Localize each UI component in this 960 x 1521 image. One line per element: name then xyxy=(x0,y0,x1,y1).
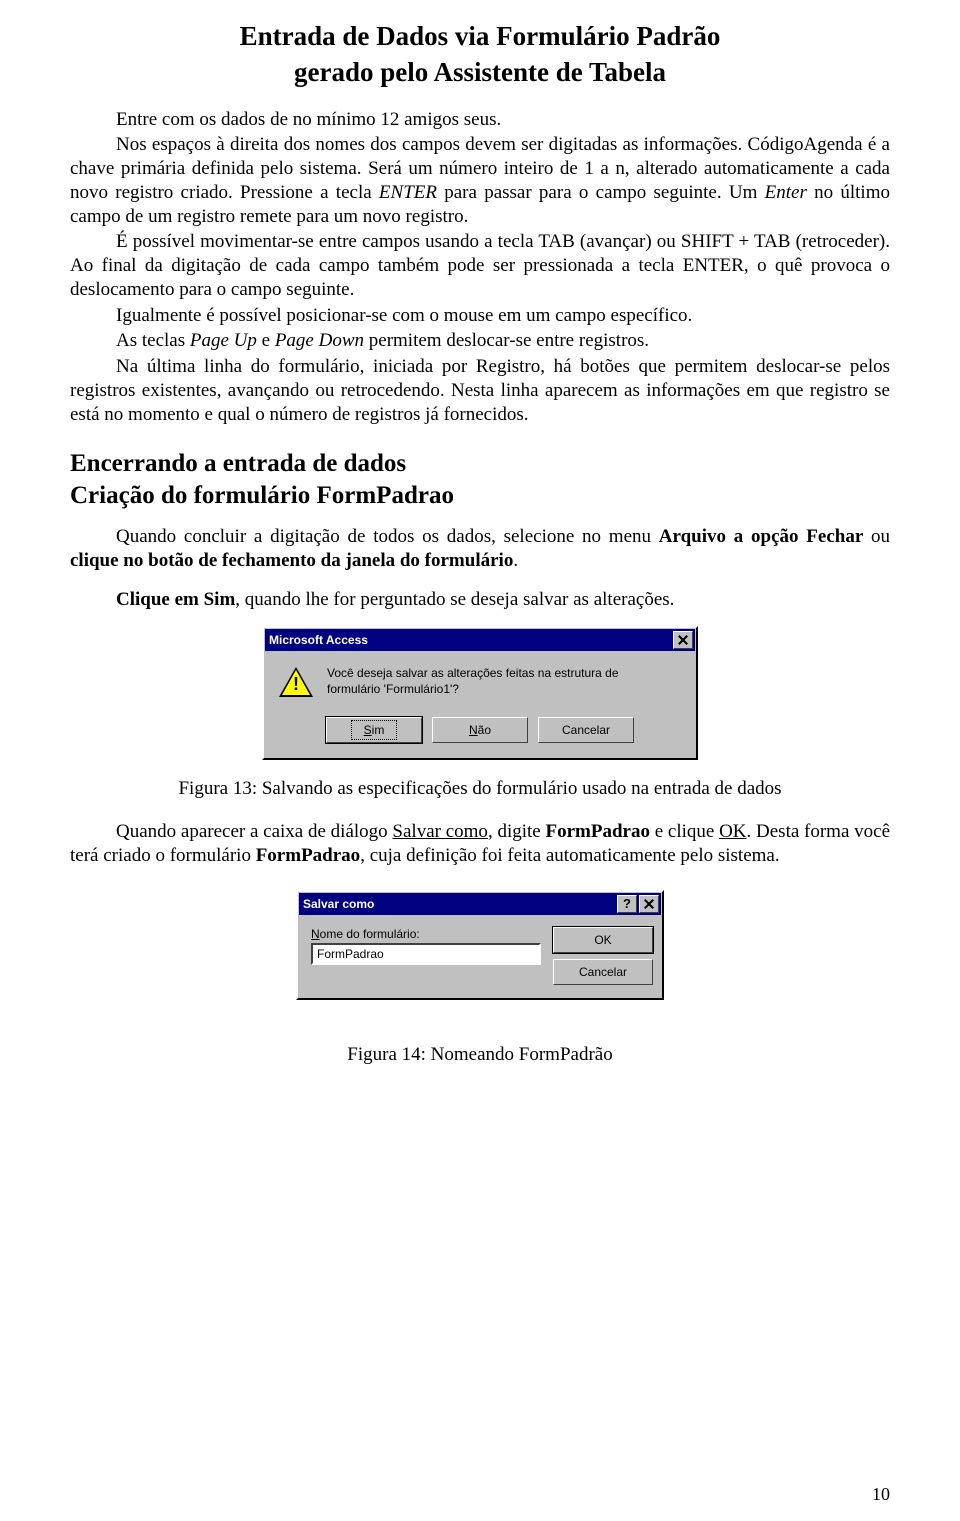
dialog-titlebar: Salvar como ? xyxy=(299,893,661,915)
dialog-save-as: Salvar como ? Nome do formulário: xyxy=(296,890,664,1000)
close-button[interactable] xyxy=(673,631,693,649)
ok-button[interactable]: OK xyxy=(553,927,653,953)
help-button[interactable]: ? xyxy=(617,895,637,913)
dialog-titlebar: Microsoft Access xyxy=(265,629,695,651)
yes-button[interactable]: Sim xyxy=(326,717,422,743)
dialog-title: Microsoft Access xyxy=(269,633,368,647)
paragraph-5: As teclas Page Up e Page Down permitem d… xyxy=(70,329,890,353)
paragraph-3: É possível movimentar-se entre campos us… xyxy=(70,230,890,301)
form-name-input[interactable] xyxy=(311,943,541,965)
form-name-label: Nome do formulário: xyxy=(311,927,541,941)
question-icon: ? xyxy=(623,896,631,911)
figure-caption-14: Figura 14: Nomeando FormPadrão xyxy=(70,1044,890,1066)
section-heading-1: Encerrando a entrada de dados xyxy=(70,448,890,479)
paragraph-4: Igualmente é possível posicionar-se com … xyxy=(70,304,890,328)
figure-caption-13: Figura 13: Salvando as especificações do… xyxy=(70,778,890,800)
section-heading-2: Criação do formulário FormPadrao xyxy=(70,480,890,511)
paragraph-2: Nos espaços à direita dos nomes dos camp… xyxy=(70,133,890,228)
paragraph-9: Quando aparecer a caixa de diálogo Salva… xyxy=(70,820,890,868)
paragraph-8: Clique em Sim, quando lhe for perguntado… xyxy=(70,588,890,612)
page-number: 10 xyxy=(872,1484,890,1505)
close-button[interactable] xyxy=(639,895,659,913)
paragraph-6: Na última linha do formulário, iniciada … xyxy=(70,355,890,426)
cancel-button[interactable]: Cancelar xyxy=(553,959,653,985)
dialog-title: Salvar como xyxy=(303,897,374,911)
cancel-button[interactable]: Cancelar xyxy=(538,717,634,743)
dialog-save-changes: Microsoft Access ! Você deseja salvar as… xyxy=(262,626,698,760)
close-icon xyxy=(644,899,654,909)
warning-icon: ! xyxy=(279,667,313,697)
page-title: Entrada de Dados via Formulário Padrão xyxy=(70,20,890,54)
paragraph-7: Quando concluir a digitação de todos os … xyxy=(70,525,890,573)
close-icon xyxy=(678,635,688,645)
no-button[interactable]: Não xyxy=(432,717,528,743)
paragraph-1: Entre com os dados de no mínimo 12 amigo… xyxy=(70,108,890,132)
dialog-message: Você deseja salvar as alterações feitas … xyxy=(327,665,657,697)
page-subtitle: gerado pelo Assistente de Tabela xyxy=(70,56,890,90)
